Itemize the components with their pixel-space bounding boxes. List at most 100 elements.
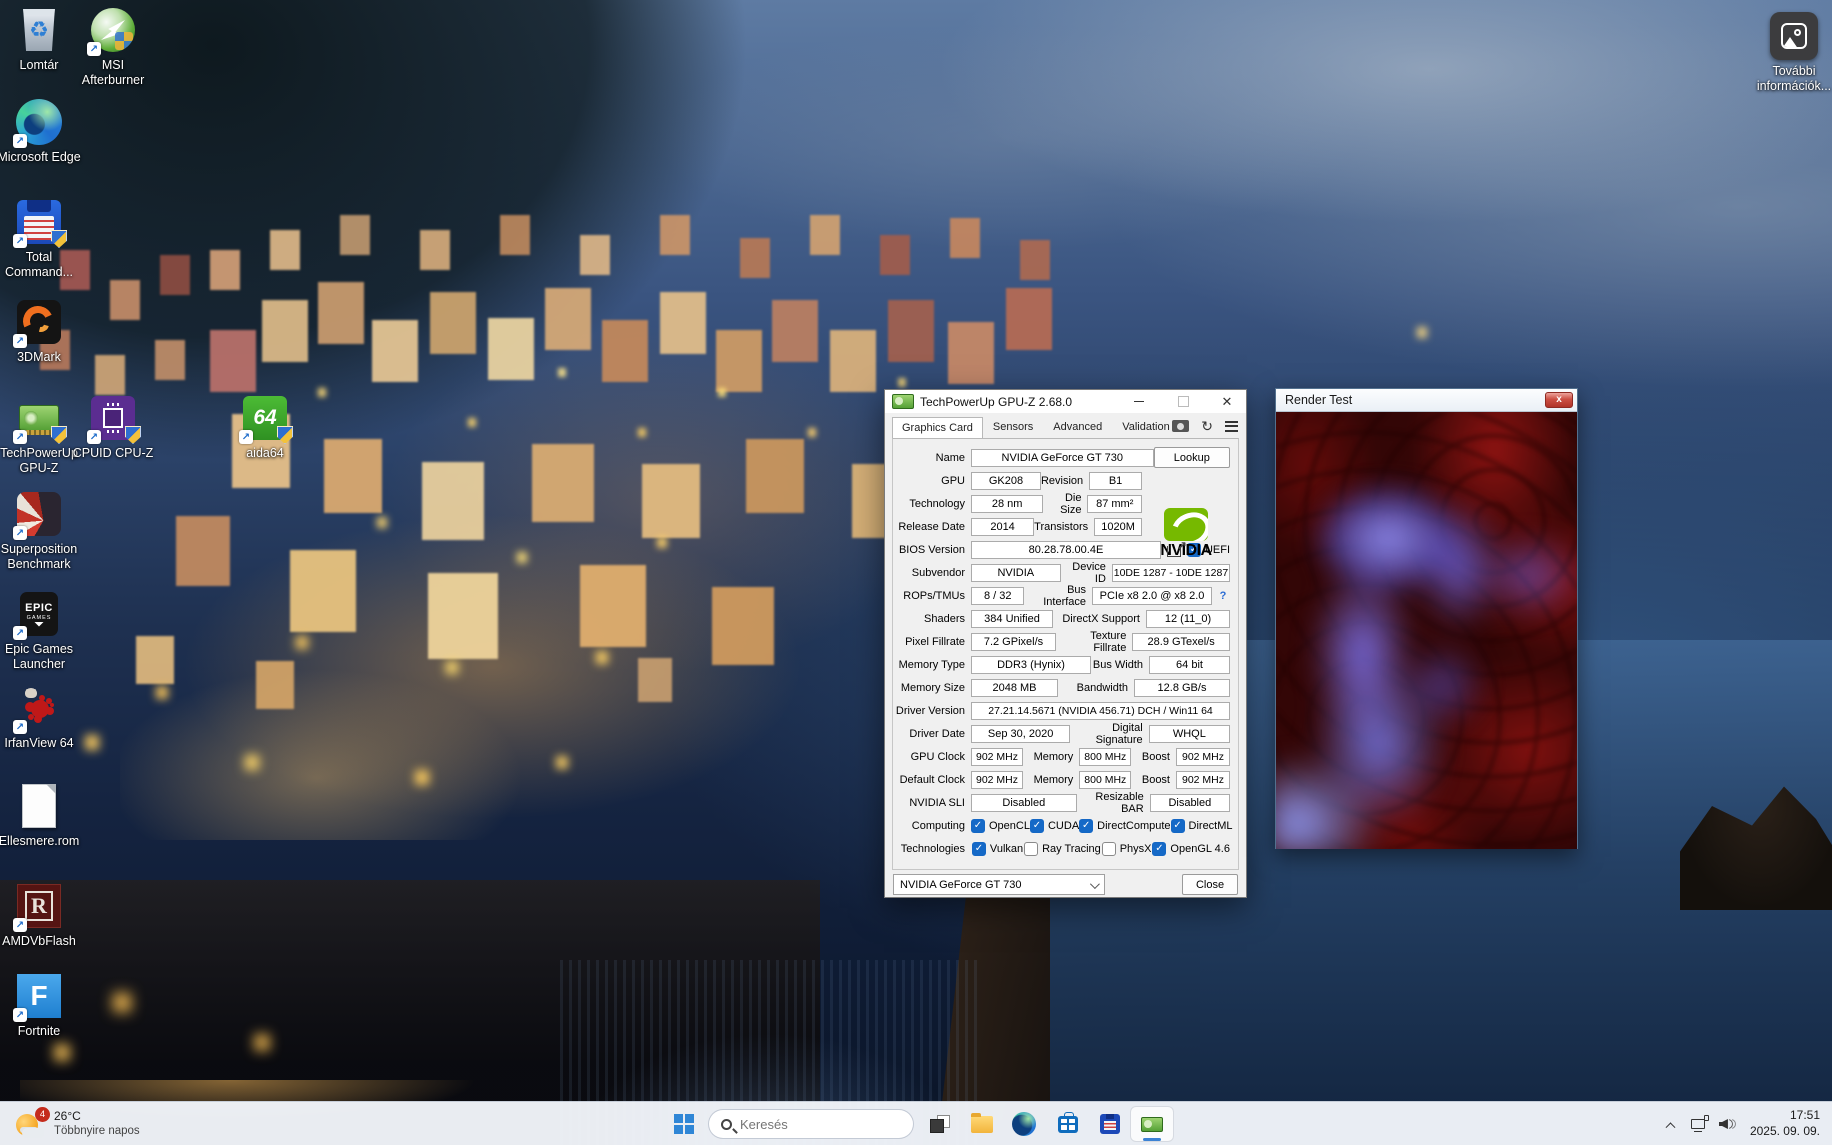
search-input[interactable] bbox=[740, 1116, 880, 1132]
desktop-icon-aida64[interactable]: 64 ↗ aida64 bbox=[223, 394, 307, 461]
file-explorer-button[interactable] bbox=[962, 1106, 1002, 1142]
screenshot-camera-icon[interactable] bbox=[1172, 420, 1190, 432]
row-driver-date: Driver Date Sep 30, 2020 Digital Signatu… bbox=[893, 722, 1238, 746]
bus-help-button[interactable]: ? bbox=[1216, 590, 1230, 602]
raytracing-checkbox[interactable] bbox=[1024, 841, 1039, 856]
shortcut-arrow-icon: ↗ bbox=[87, 42, 101, 56]
desktop-icon-amdvbflash[interactable]: R ↗ AMDVbFlash bbox=[0, 882, 81, 949]
store-taskbar-button[interactable] bbox=[1048, 1106, 1088, 1142]
vulkan-checkbox[interactable] bbox=[971, 841, 986, 856]
subvendor-value[interactable]: NVIDIA bbox=[971, 563, 1061, 582]
edge-taskbar-button[interactable] bbox=[1004, 1106, 1044, 1142]
opencl-checkbox[interactable] bbox=[971, 818, 985, 833]
device-id-value[interactable]: 10DE 1287 - 10DE 1287 bbox=[1111, 563, 1230, 582]
resizable-bar-value[interactable]: Disabled bbox=[1149, 793, 1230, 812]
driver-version-value[interactable]: 27.21.14.5671 (NVIDIA 456.71) DCH / Win1… bbox=[971, 701, 1230, 720]
row-default-clock: Default Clock 902 MHz Memory 800 MHz Boo… bbox=[893, 768, 1238, 791]
die-size-value[interactable]: 87 mm² bbox=[1087, 494, 1142, 513]
gpu-value[interactable]: GK208 bbox=[971, 471, 1041, 490]
gpu-clock-value[interactable]: 902 MHz bbox=[971, 747, 1023, 766]
edge-icon bbox=[1012, 1112, 1036, 1136]
tab-validation[interactable]: Validation bbox=[1112, 417, 1180, 438]
desktop-icon-3dmark[interactable]: ↗ 3DMark bbox=[0, 298, 81, 365]
desktop-icon-fortnite[interactable]: F ↗ Fortnite bbox=[0, 972, 81, 1039]
speaker-icon[interactable] bbox=[1718, 1117, 1737, 1131]
bios-export-icon[interactable] bbox=[1166, 539, 1187, 557]
row-gpu: GPU GK208 Revision B1 bbox=[893, 469, 1238, 492]
desktop-icon-total-commander[interactable]: ↗ Total Command... bbox=[0, 198, 81, 280]
weather-condition: Többnyire napos bbox=[54, 1125, 140, 1138]
directml-checkbox[interactable] bbox=[1170, 818, 1185, 833]
driver-date-value[interactable]: Sep 30, 2020 bbox=[971, 724, 1071, 743]
render-test-window: Render Test x bbox=[1275, 388, 1578, 849]
desktop-icon-irfanview[interactable]: ↗ IrfanView 64 bbox=[0, 684, 81, 751]
desktop-icon-microsoft-edge[interactable]: ↗ Microsoft Edge bbox=[0, 98, 81, 165]
directx-value[interactable]: 12 (11_0) bbox=[1146, 609, 1230, 628]
transistors-value[interactable]: 1020M bbox=[1094, 517, 1142, 536]
desktop-icon-more-information[interactable]: További információk... bbox=[1752, 12, 1832, 94]
shortcut-arrow-icon: ↗ bbox=[13, 334, 27, 348]
start-button[interactable] bbox=[664, 1106, 704, 1142]
render-test-close-button[interactable]: x bbox=[1545, 392, 1573, 408]
desktop-icon-epic-games[interactable]: EPIC GAMES ↗ Epic Games Launcher bbox=[0, 590, 81, 672]
task-view-button[interactable] bbox=[920, 1106, 960, 1142]
desktop-icon-recycle-bin[interactable]: ♻ Lomtár bbox=[0, 6, 81, 73]
tray-overflow-button[interactable] bbox=[1658, 1106, 1684, 1142]
lookup-button[interactable]: Lookup bbox=[1153, 447, 1230, 468]
memory-clock-value[interactable]: 800 MHz bbox=[1079, 747, 1132, 766]
rops-value[interactable]: 8 / 32 bbox=[971, 586, 1025, 605]
desktop-icon-cpuz[interactable]: ↗ CPUID CPU-Z bbox=[71, 394, 155, 461]
tab-sensors[interactable]: Sensors bbox=[983, 417, 1043, 438]
minimize-button[interactable] bbox=[1120, 390, 1158, 413]
default-boost-clock-value[interactable]: 902 MHz bbox=[1176, 770, 1230, 789]
technology-value[interactable]: 28 nm bbox=[971, 494, 1044, 513]
maximize-button[interactable] bbox=[1164, 390, 1202, 413]
taskbar-weather-widget[interactable]: 4 26°C Többnyire napos bbox=[10, 1105, 146, 1143]
physx-checkbox[interactable] bbox=[1101, 841, 1116, 856]
close-button[interactable]: ✕ bbox=[1208, 390, 1246, 413]
sli-value[interactable]: Disabled bbox=[971, 793, 1077, 812]
tab-graphics-card[interactable]: Graphics Card bbox=[892, 417, 983, 439]
taskbar-search[interactable] bbox=[708, 1109, 914, 1139]
desktop-icon-superposition[interactable]: ↗ Superposition Benchmark bbox=[0, 490, 81, 572]
bandwidth-value[interactable]: 12.8 GB/s bbox=[1134, 678, 1230, 697]
network-icon[interactable] bbox=[1690, 1115, 1709, 1132]
shaders-value[interactable]: 384 Unified bbox=[971, 609, 1053, 628]
name-value[interactable]: NVIDIA GeForce GT 730 bbox=[971, 448, 1154, 467]
opengl-checkbox[interactable] bbox=[1152, 841, 1167, 856]
memory-size-value[interactable]: 2048 MB bbox=[971, 678, 1058, 697]
default-clock-value[interactable]: 902 MHz bbox=[971, 770, 1023, 789]
boost-clock-value[interactable]: 902 MHz bbox=[1176, 747, 1230, 766]
default-memory-clock-value[interactable]: 800 MHz bbox=[1079, 770, 1132, 789]
gpuz-close-button[interactable]: Close bbox=[1182, 874, 1238, 895]
desktop-icon-ellesmere-rom[interactable]: Ellesmere.rom bbox=[0, 782, 81, 849]
card-select-dropdown[interactable]: NVIDIA GeForce GT 730 bbox=[893, 874, 1105, 895]
pixel-fillrate-value[interactable]: 7.2 GPixel/s bbox=[971, 632, 1056, 651]
render-test-title: Render Test bbox=[1285, 393, 1353, 407]
bios-value[interactable]: 80.28.78.00.4E bbox=[971, 540, 1161, 559]
release-date-value[interactable]: 2014 bbox=[971, 517, 1035, 536]
shortcut-arrow-icon: ↗ bbox=[87, 430, 101, 444]
revision-value[interactable]: B1 bbox=[1089, 471, 1142, 490]
row-memory-type: Memory Type DDR3 (Hynix) Bus Width 64 bi… bbox=[893, 653, 1238, 676]
desktop-icon-gpuz[interactable]: ↗ TechPowerUp GPU-Z bbox=[0, 394, 81, 476]
bus-interface-value[interactable]: PCIe x8 2.0 @ x8 2.0 bbox=[1092, 586, 1212, 605]
texture-fillrate-value[interactable]: 28.9 GTexel/s bbox=[1132, 632, 1230, 651]
digital-signature-value[interactable]: WHQL bbox=[1148, 724, 1230, 743]
cuda-checkbox[interactable] bbox=[1029, 818, 1044, 833]
memory-type-value[interactable]: DDR3 (Hynix) bbox=[971, 655, 1091, 674]
tray-clock[interactable]: 17:51 2025. 09. 09. bbox=[1750, 1108, 1820, 1139]
refresh-icon[interactable]: ↻ bbox=[1201, 419, 1213, 433]
directcompute-checkbox[interactable] bbox=[1079, 818, 1094, 833]
tab-advanced[interactable]: Advanced bbox=[1043, 417, 1112, 438]
shortcut-arrow-icon: ↗ bbox=[13, 134, 27, 148]
desktop-icon-msi-afterburner[interactable]: ↗ MSI Afterburner bbox=[71, 6, 155, 88]
total-commander-taskbar-button[interactable] bbox=[1090, 1106, 1130, 1142]
gpuz-window-title: TechPowerUp GPU-Z 2.68.0 bbox=[920, 394, 1073, 409]
bus-width-value[interactable]: 64 bit bbox=[1149, 655, 1230, 674]
render-test-canvas bbox=[1276, 412, 1577, 849]
render-test-titlebar[interactable]: Render Test x bbox=[1276, 389, 1577, 412]
menu-icon[interactable] bbox=[1225, 420, 1238, 432]
gpuz-taskbar-button[interactable] bbox=[1130, 1106, 1174, 1142]
gpuz-titlebar[interactable]: TechPowerUp GPU-Z 2.68.0 ✕ bbox=[885, 390, 1246, 413]
